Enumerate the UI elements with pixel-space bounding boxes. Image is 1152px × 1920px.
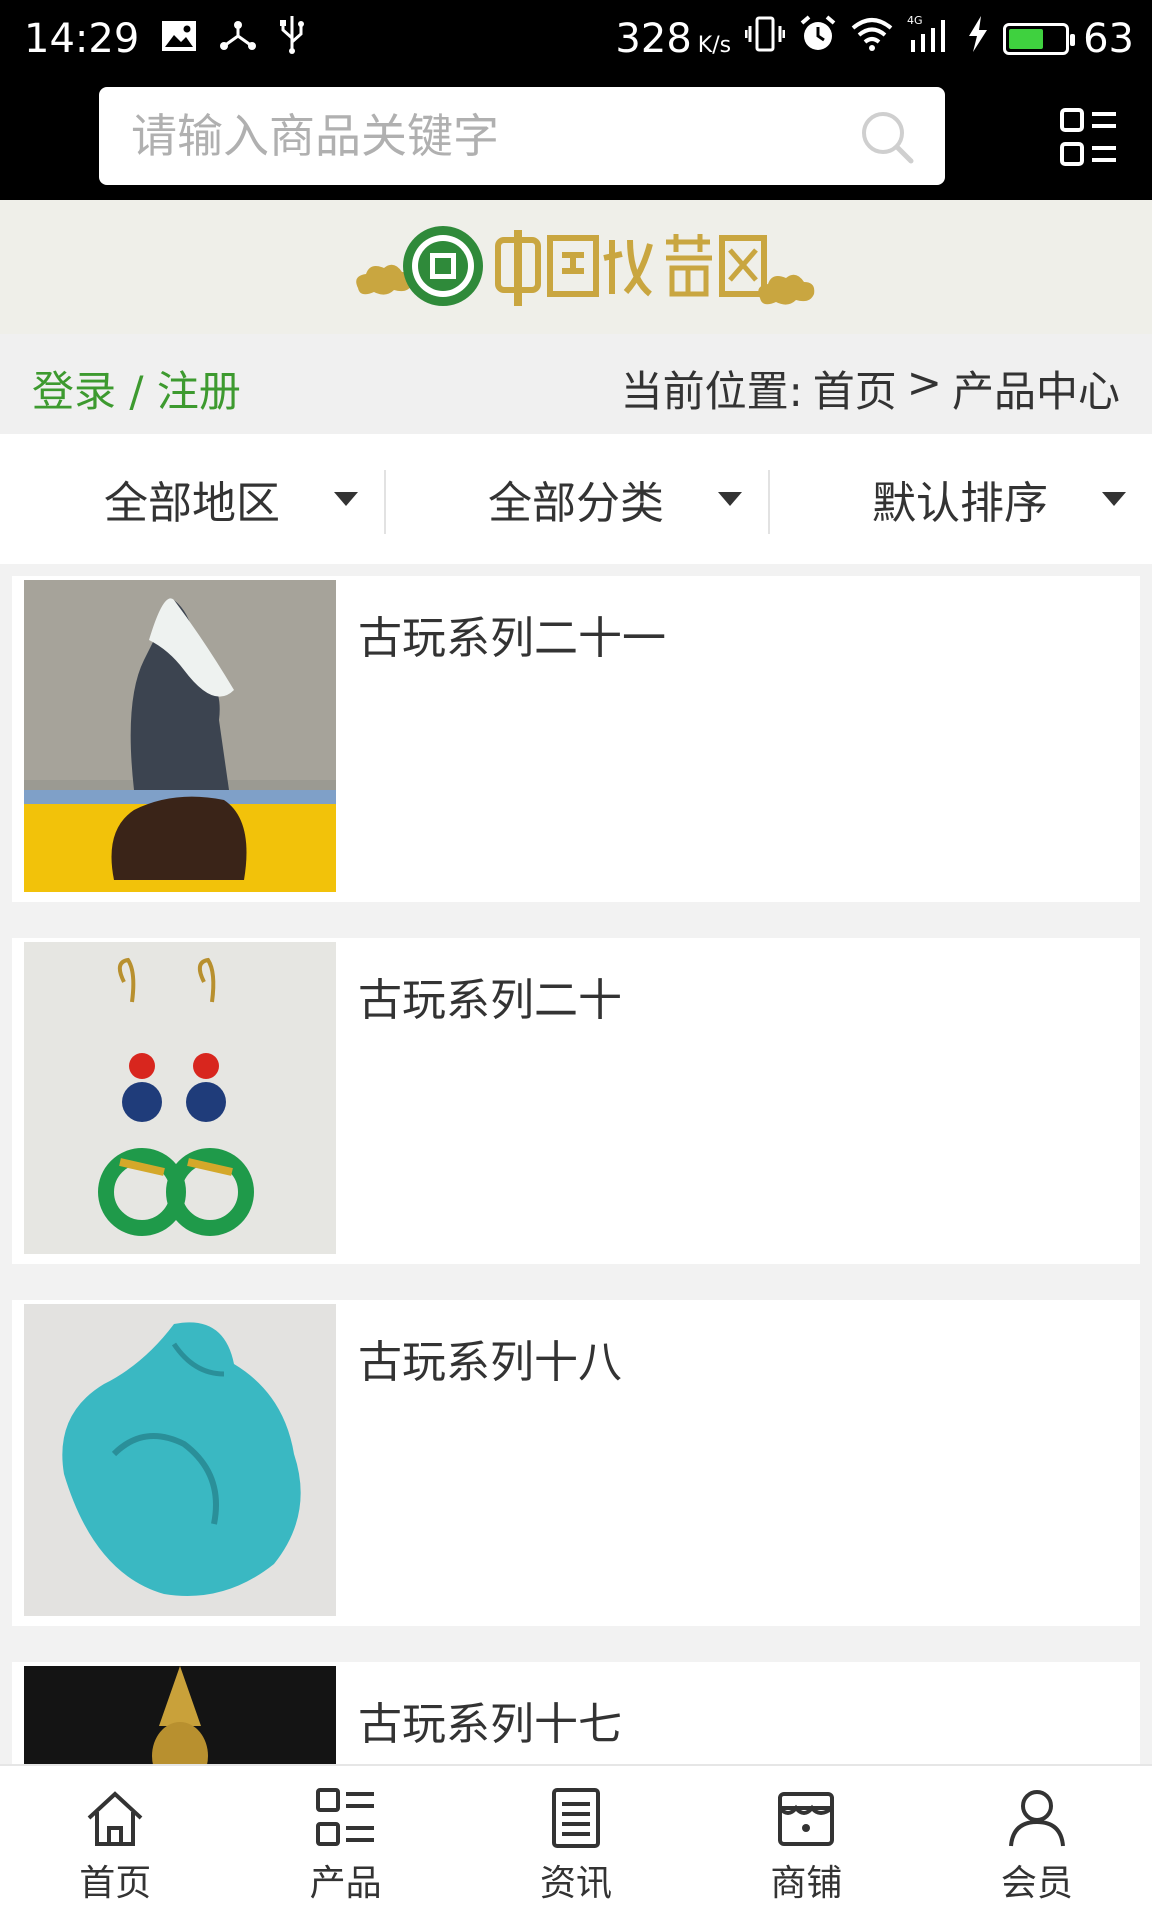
tab-label: 商铺 <box>770 1863 843 1904</box>
filter-region-dropdown[interactable]: 全部地区 <box>0 434 384 564</box>
tab-home[interactable]: 首页 <box>0 1766 230 1920</box>
share-icon <box>219 16 257 62</box>
filter-label: 全部地区 <box>104 478 280 529</box>
product-title[interactable]: 古玩系列十七 <box>358 1688 622 1752</box>
signal-4g-icon: 4G <box>907 14 953 64</box>
network-speed: 328 K/s <box>615 16 732 62</box>
product-image[interactable] <box>24 1304 336 1616</box>
seal-emblem-icon <box>403 226 483 306</box>
site-banner <box>0 200 1152 334</box>
alarm-icon <box>799 15 837 63</box>
vibrate-icon <box>744 14 786 64</box>
breadcrumb: 当前位置: 首页 > 产品中心 <box>621 358 1120 419</box>
site-logo[interactable] <box>350 218 820 318</box>
search-icon[interactable] <box>859 109 915 165</box>
search-bar <box>0 76 1152 200</box>
filter-label: 默认排序 <box>872 478 1048 529</box>
user-icon <box>1008 1790 1065 1847</box>
breadcrumb-home-link[interactable]: 首页 <box>813 358 897 419</box>
status-bar: 14:29 328 K/s 4G 63 <box>0 0 1152 76</box>
home-icon <box>87 1791 143 1846</box>
menu-grid-icon[interactable] <box>1060 108 1118 168</box>
store-icon <box>778 1792 835 1846</box>
grid-icon <box>315 1788 374 1846</box>
product-item[interactable]: 古玩系列十八 <box>12 1300 1140 1626</box>
product-title[interactable]: 古玩系列二十 <box>358 964 622 1028</box>
search-input[interactable] <box>131 87 831 185</box>
product-title[interactable]: 古玩系列二十一 <box>358 602 666 666</box>
tab-label: 首页 <box>79 1863 152 1904</box>
login-register-link[interactable]: 登录 / 注册 <box>32 358 241 419</box>
tab-products[interactable]: 产品 <box>230 1766 460 1920</box>
document-icon <box>552 1788 601 1848</box>
wifi-icon <box>851 16 893 62</box>
product-item[interactable]: 古玩系列二十 <box>12 938 1140 1264</box>
product-image[interactable] <box>24 580 336 892</box>
filter-label: 全部分类 <box>488 478 664 529</box>
product-image[interactable] <box>24 1666 336 1766</box>
caret-down-icon <box>718 492 742 506</box>
logo-wordmark <box>495 230 767 306</box>
tab-stores[interactable]: 商铺 <box>691 1766 921 1920</box>
battery-percent: 63 <box>1083 16 1134 62</box>
caret-down-icon <box>1102 492 1126 506</box>
tab-label: 产品 <box>309 1863 382 1904</box>
tab-label: 资讯 <box>540 1863 613 1904</box>
product-image[interactable] <box>24 942 336 1254</box>
battery-icon <box>1003 23 1076 55</box>
product-item[interactable]: 古玩系列二十一 <box>12 576 1140 902</box>
breadcrumb-label: 当前位置: <box>620 367 803 416</box>
filter-sort-dropdown[interactable]: 默认排序 <box>768 434 1152 564</box>
filter-bar: 全部地区 全部分类 默认排序 <box>0 434 1152 564</box>
caret-down-icon <box>334 492 358 506</box>
usb-icon <box>279 14 305 64</box>
breadcrumb-separator: > <box>906 358 942 407</box>
charging-icon <box>967 16 989 62</box>
search-box <box>99 87 945 185</box>
product-item[interactable]: 古玩系列十七 <box>12 1662 1140 1766</box>
tab-news[interactable]: 资讯 <box>461 1766 691 1920</box>
filter-category-dropdown[interactable]: 全部分类 <box>384 434 768 564</box>
tab-member[interactable]: 会员 <box>922 1766 1152 1920</box>
image-icon <box>161 16 197 62</box>
breadcrumb-current: 产品中心 <box>951 367 1120 416</box>
tab-label: 会员 <box>1000 1863 1073 1904</box>
svg-text:4G: 4G <box>907 14 923 27</box>
location-bar: 登录 / 注册 当前位置: 首页 > 产品中心 <box>0 334 1152 434</box>
product-title[interactable]: 古玩系列十八 <box>358 1326 622 1390</box>
bottom-tab-bar: 首页 产品 资讯 商铺 会员 <box>0 1764 1152 1920</box>
status-time: 14:29 <box>24 16 140 62</box>
product-list: 古玩系列二十一 古玩系列二十 古玩系列十八 古玩系列十七 <box>12 576 1140 1766</box>
